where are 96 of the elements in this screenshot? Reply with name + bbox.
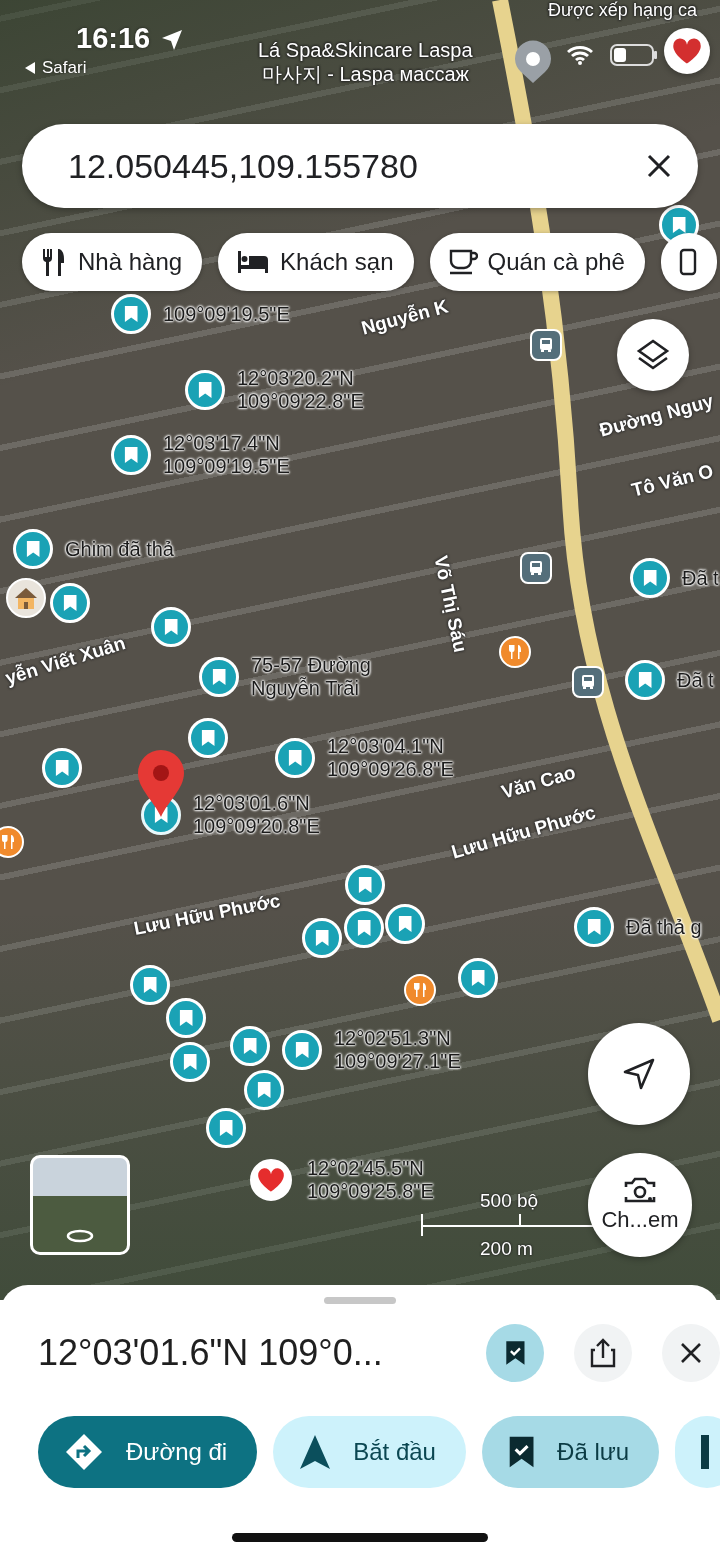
- map-pin-label: 12°03'04.1"N 109°09'26.8"E: [327, 735, 454, 781]
- wifi-icon: [566, 44, 594, 66]
- bookmark-icon: [356, 919, 372, 937]
- map-pin-label: 12°02'45.5"N 109°09'25.8"E: [307, 1157, 434, 1203]
- scale-label: 500 bộ: [480, 1190, 540, 1212]
- street-name: Võ Thị Sáu: [429, 553, 472, 655]
- heart-icon: [672, 37, 702, 65]
- back-triangle-icon: [24, 61, 36, 75]
- map-pin-label: 12°03'01.6"N 109°09'20.8"E: [193, 792, 320, 838]
- drag-handle[interactable]: [324, 1297, 396, 1304]
- action-button[interactable]: Bắt đầu: [273, 1416, 466, 1488]
- bookmark-icon: [197, 381, 213, 399]
- cup-icon: [447, 248, 478, 276]
- bookmark-icon: [25, 540, 41, 558]
- bookmark-icon: [637, 671, 653, 689]
- bookmark-icon: [242, 1037, 258, 1055]
- street-name: Lưu Hữu Phước: [448, 801, 598, 864]
- navigation-arrow-icon: [622, 1057, 656, 1091]
- bookmark-icon: [200, 729, 216, 747]
- heart-icon: [257, 1167, 285, 1193]
- bookmark-icon: [397, 915, 413, 933]
- action-button[interactable]: Đã lưu: [481, 1416, 660, 1488]
- rotate-icon: [66, 1228, 94, 1244]
- bookmark-icon: [123, 305, 139, 323]
- bookmark-icon: [314, 929, 330, 947]
- bar-icon: [701, 1435, 710, 1469]
- place-name: Lá Spa&Skincare Laspa 마사지 - Laspa массаж: [258, 38, 473, 86]
- bookmark-icon: [62, 594, 78, 612]
- close-icon: [680, 1342, 702, 1364]
- bus-stop-pin[interactable]: [520, 552, 552, 584]
- street-name: yễn Viết Xuân: [2, 632, 129, 690]
- fork-knife-icon: [508, 644, 522, 660]
- category-chip[interactable]: Quán cà phê: [429, 233, 645, 291]
- bus-stop-pin[interactable]: [530, 329, 562, 361]
- status-time: 16:16: [76, 22, 151, 55]
- bus-icon: [528, 560, 544, 576]
- bookmark-icon: [586, 918, 602, 936]
- bus-stop-pin[interactable]: [572, 666, 604, 698]
- camera-button-label: Ch...em: [601, 1207, 679, 1233]
- phone-icon: [678, 248, 697, 276]
- location-arrow-icon: [160, 28, 184, 52]
- bookmark-icon: [671, 216, 687, 234]
- street-name: Tô Văn O: [629, 460, 716, 502]
- bookmark-icon: [123, 446, 139, 464]
- map-pin-label: Đã t: [682, 566, 719, 590]
- layers-icon: [636, 338, 670, 372]
- place-name: Được xếp hạng ca: [548, 0, 697, 22]
- map-pin-label: Ghim đã thả: [65, 537, 174, 561]
- search-input[interactable]: 12.050445,109.155780: [66, 145, 646, 187]
- fork-knife-icon: [1, 834, 15, 850]
- place-title: 12°03'01.6"N 109°0...: [38, 1332, 384, 1374]
- back-to-app-link[interactable]: Safari: [42, 58, 87, 78]
- scale-label: 200 m: [480, 1238, 534, 1260]
- bookmark-icon: [642, 569, 658, 587]
- map-pin-label: Đã t: [677, 668, 714, 692]
- street-name: Nguyễn K: [359, 295, 451, 340]
- street-name: Văn Cao: [498, 761, 579, 804]
- action-button[interactable]: [675, 1416, 720, 1488]
- bookmark-icon: [142, 976, 158, 994]
- place-marker-icon: [513, 40, 553, 84]
- bed-icon: [236, 249, 271, 275]
- house-icon: [13, 586, 39, 610]
- bookmark-check-icon: [507, 1435, 536, 1469]
- bookmark-icon: [256, 1081, 272, 1099]
- share-icon: [590, 1338, 616, 1368]
- fork-knife-icon: [413, 982, 427, 998]
- battery-icon: [610, 44, 658, 66]
- street-name: Đường Nguy: [597, 390, 716, 442]
- bookmark-icon: [357, 876, 373, 894]
- street-name: Lưu Hữu Phước: [131, 889, 283, 940]
- street-view-photo[interactable]: [30, 1155, 130, 1255]
- restaurant-pin[interactable]: [0, 826, 24, 858]
- bookmark-check-icon: [504, 1340, 526, 1366]
- bookmark-icon: [54, 759, 70, 777]
- bookmark-icon: [163, 618, 179, 636]
- category-chip[interactable]: Nhà hàng: [22, 233, 203, 291]
- bus-icon: [538, 337, 554, 353]
- bookmark-icon: [211, 668, 227, 686]
- close-icon[interactable]: [646, 153, 672, 179]
- search-field[interactable]: 12.050445,109.155780: [22, 124, 698, 208]
- bus-icon: [580, 674, 596, 690]
- map-pin-label: 75-57 Đường Nguyễn Trãi: [251, 654, 371, 700]
- bookmark-icon: [287, 749, 303, 767]
- action-button[interactable]: Đường đi: [38, 1416, 258, 1488]
- map-pin-label: 109°09'19.5"E: [163, 302, 290, 326]
- map-pin-label: 12°02'51.3"N 109°09'27.1"E: [334, 1027, 461, 1073]
- turn-arrow-icon: [64, 1432, 104, 1472]
- bookmark-icon: [470, 969, 486, 987]
- map-pin-label: 12°03'17.4"N 109°09'19.5"E: [163, 432, 290, 478]
- navigation-arrow-icon: [299, 1434, 332, 1470]
- bookmark-icon: [178, 1009, 194, 1027]
- map-pin-label: 12°03'20.2"N 109°09'22.8"E: [237, 367, 364, 413]
- bookmark-icon: [294, 1041, 310, 1059]
- category-chip[interactable]: Khách sạn: [218, 233, 414, 291]
- bookmark-icon: [182, 1053, 198, 1071]
- bookmark-icon: [218, 1119, 234, 1137]
